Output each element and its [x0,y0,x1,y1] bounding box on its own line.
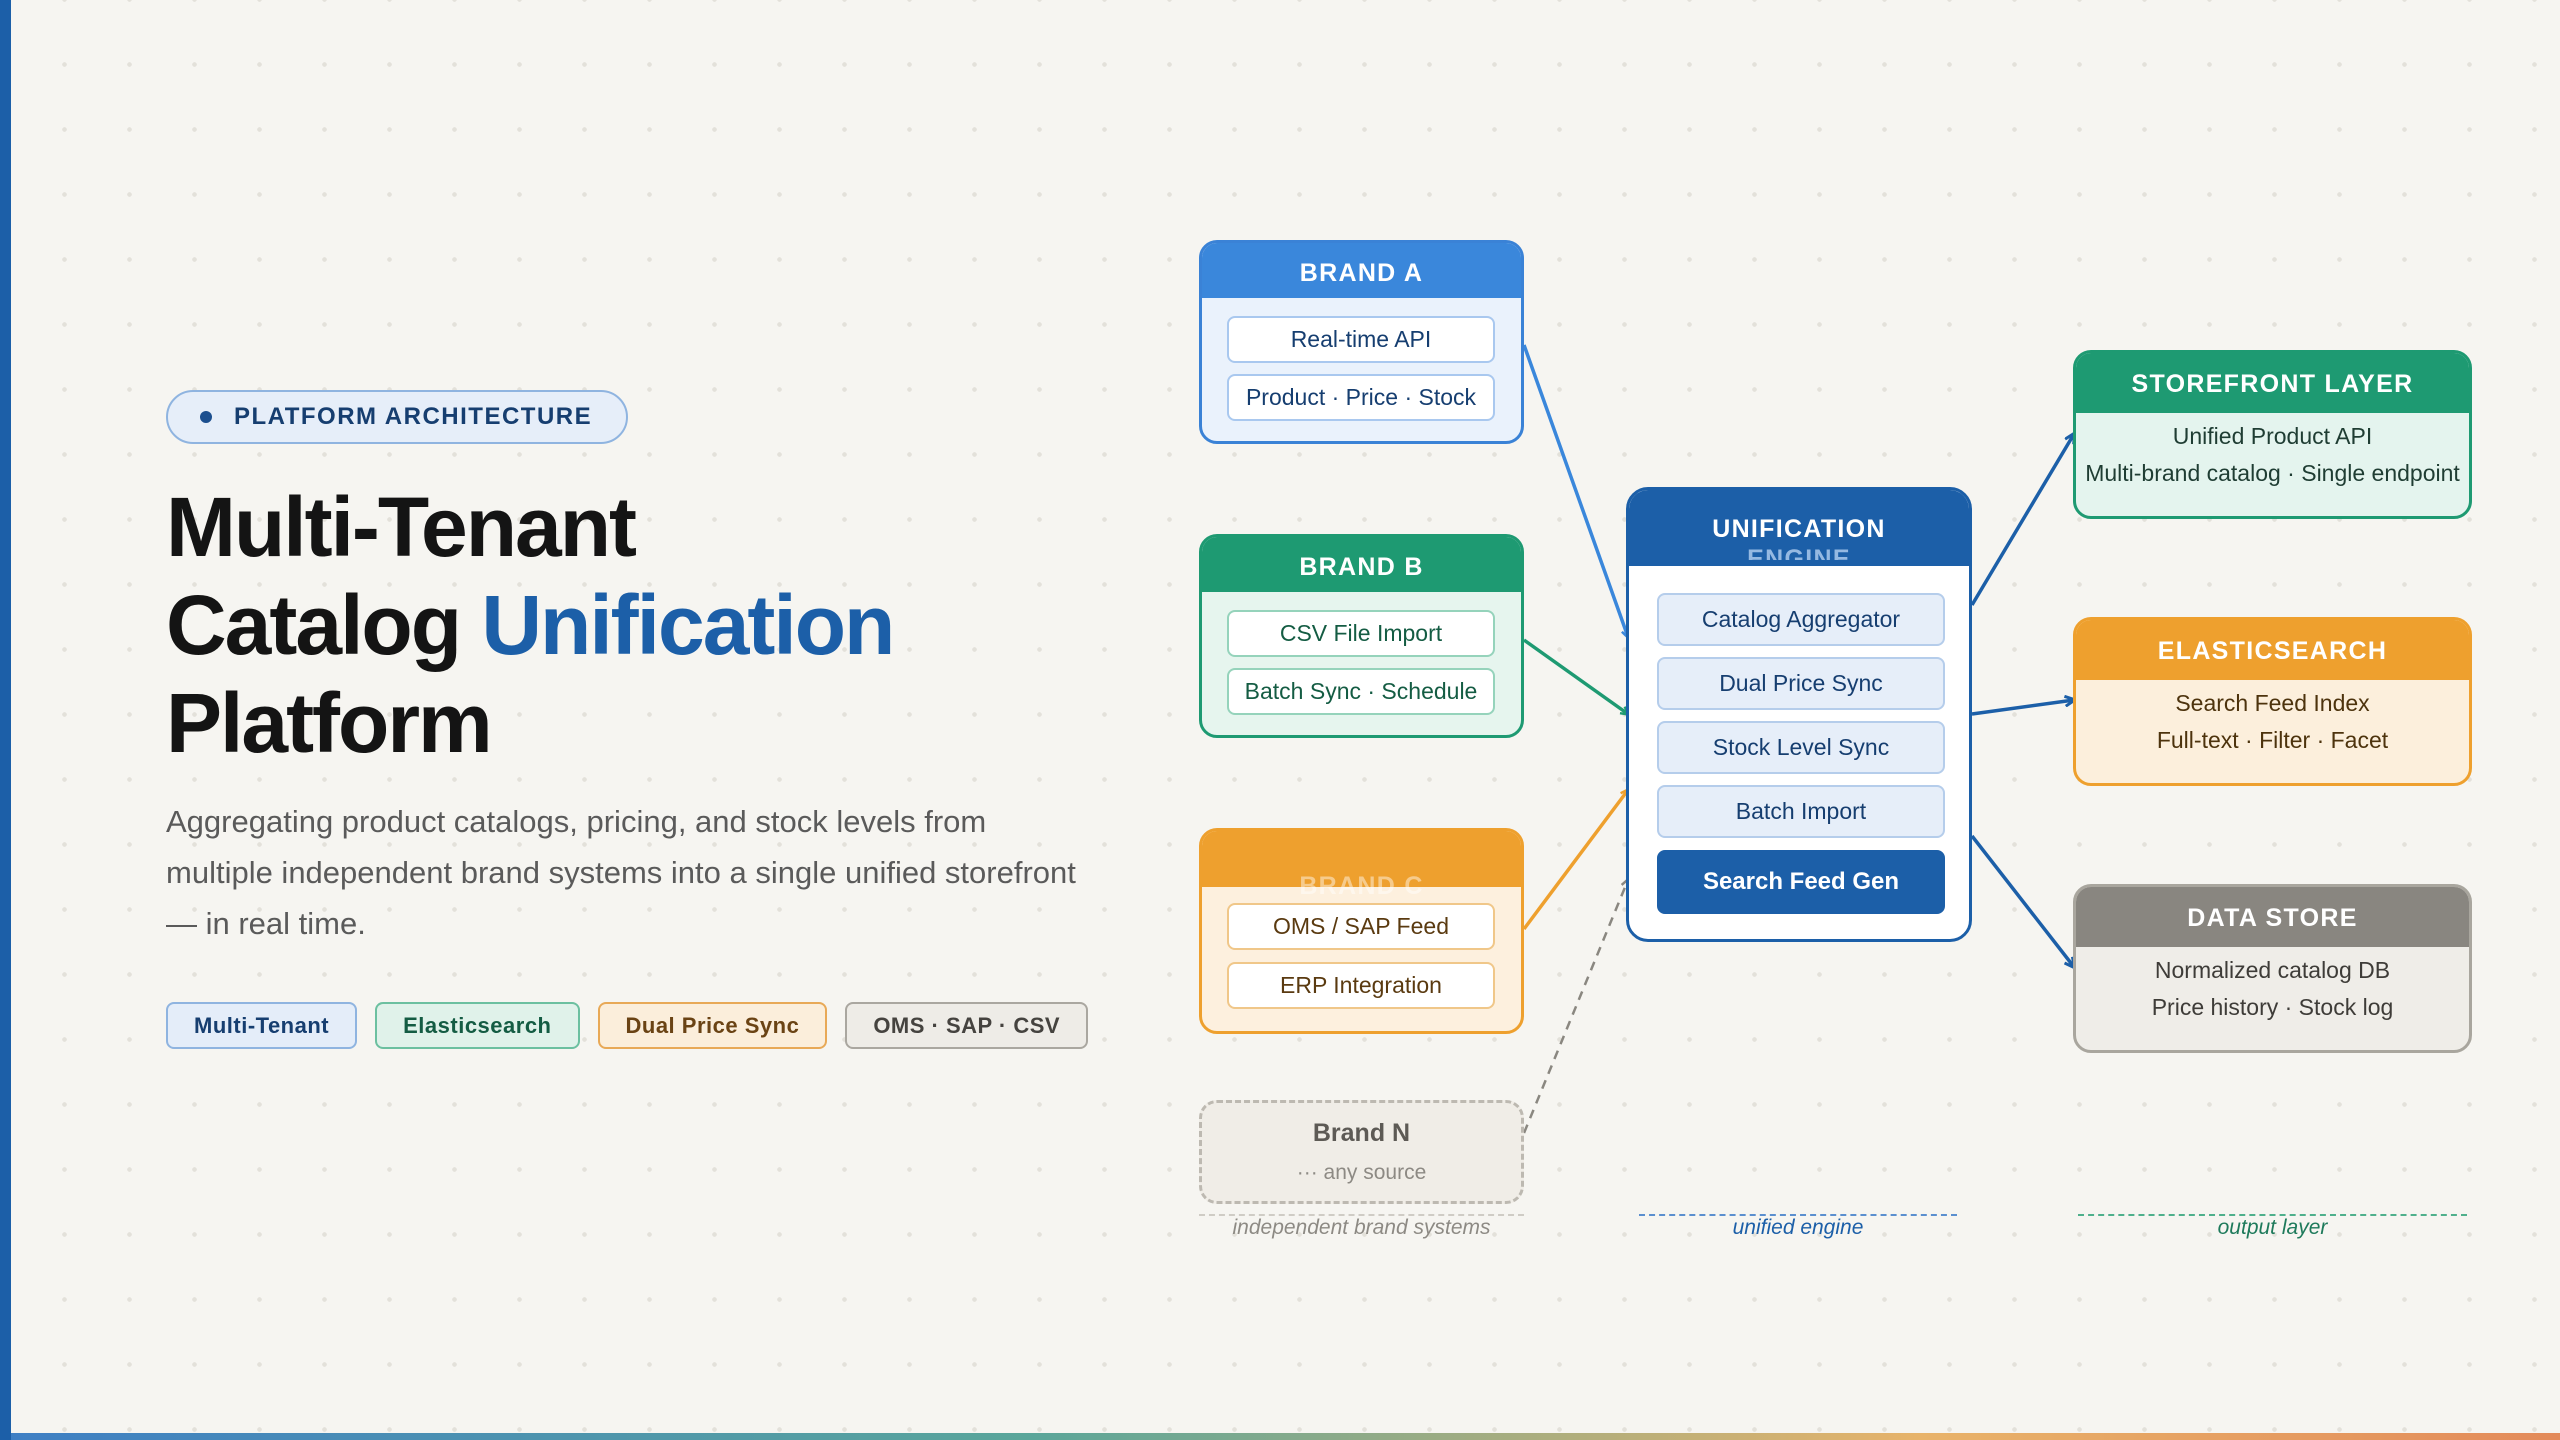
elasticsearch-title: ELASTICSEARCH [2076,620,2469,680]
brand-b-title: BRAND B [1202,537,1521,592]
storefront-layer-card: STOREFRONT LAYER Unified Product API Mul… [2073,350,2472,519]
storefront-title: STOREFRONT LAYER [2076,353,2469,413]
brand-c-header: BRAND C [1202,831,1521,900]
storefront-line: Unified Product API [2172,423,2373,449]
data-store-title: DATA STORE [2076,887,2469,947]
arrow-brand-c-to-engine [1522,790,1628,931]
brand-c-item: ERP Integration [1227,962,1495,1009]
brand-c-title: BRAND C [1299,872,1424,900]
data-store-line: Normalized catalog DB [2154,957,2391,983]
data-store-card: DATA STORE Normalized catalog DB Price h… [2073,884,2472,1053]
engine-header: UNIFICATION ENGINE [1629,490,1969,566]
engine-title: UNIFICATION [1712,515,1886,543]
arrow-brand-n-to-engine [1522,880,1628,1134]
arrow-brand-a-to-engine [1522,344,1628,637]
arrow-brand-b-to-engine [1522,638,1628,714]
brand-a-item: Real-time API [1227,316,1495,363]
brand-b-card: BRAND B CSV File Import Batch Sync · Sch… [1199,534,1524,738]
unification-engine-card: UNIFICATION ENGINE Catalog Aggregator Du… [1626,487,1972,942]
brand-a-card: BRAND A Real-time API Product · Price · … [1199,240,1524,444]
column-label-output: output layer [2078,1214,2467,1240]
engine-item-catalog-aggregator: Catalog Aggregator [1657,593,1945,646]
arrow-engine-to-storefront [1970,434,2074,606]
engine-item-stock-level-sync: Stock Level Sync [1657,721,1945,774]
arrow-engine-to-elasticsearch [1971,700,2074,716]
brand-a-item: Product · Price · Stock [1227,374,1495,421]
brand-c-card: BRAND C OMS / SAP Feed ERP Integration [1199,828,1524,1034]
elasticsearch-line: Full-text · Filter · Facet [2156,727,2389,753]
data-store-line: Price history · Stock log [2151,994,2394,1020]
elasticsearch-line: Search Feed Index [2175,690,2370,716]
brand-c-item: OMS / SAP Feed [1227,903,1495,950]
arrow-engine-to-datastore [1970,834,2074,967]
column-label-engine: unified engine [1639,1214,1957,1240]
engine-item-dual-price-sync: Dual Price Sync [1657,657,1945,710]
engine-item-search-feed-gen: Search Feed Gen [1657,850,1945,914]
brand-b-item: CSV File Import [1227,610,1495,657]
brand-a-title: BRAND A [1202,243,1521,298]
elasticsearch-card: ELASTICSEARCH Search Feed Index Full-tex… [2073,617,2472,786]
brand-n-title: Brand N [1312,1119,1411,1147]
storefront-line: Multi-brand catalog · Single endpoint [2085,460,2460,486]
engine-title-line-2: ENGINE [1747,545,1851,560]
brand-n-card: Brand N ··· any source [1199,1100,1524,1204]
brand-n-subtitle: ··· any source [1296,1161,1427,1184]
brand-b-item: Batch Sync · Schedule [1227,668,1495,715]
engine-item-batch-import: Batch Import [1657,785,1945,838]
column-label-sources: independent brand systems [1199,1214,1524,1240]
